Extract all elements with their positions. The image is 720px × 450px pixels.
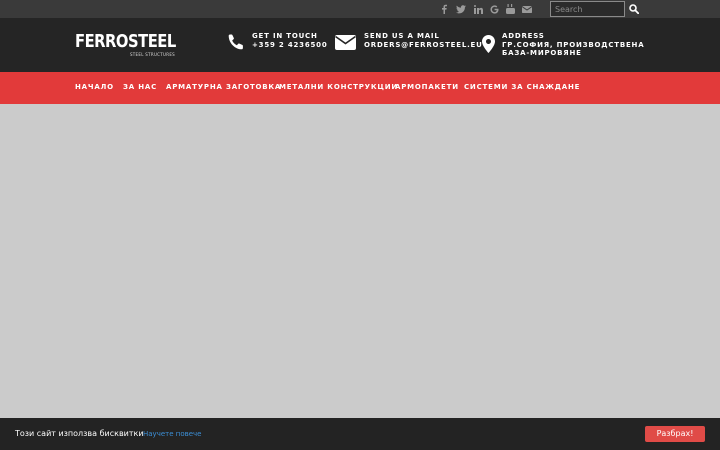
- contact-address-line2: БАЗА-МИРОВЯНЕ: [502, 49, 582, 57]
- cookie-learn-more-link[interactable]: Научете повече: [143, 430, 201, 438]
- cookie-text: Този сайт използва бисквитки: [15, 429, 144, 438]
- contact-phone-label: GET IN TOUCH: [252, 32, 318, 40]
- search-icon[interactable]: [627, 2, 640, 16]
- twitter-icon[interactable]: [453, 0, 469, 18]
- logo[interactable]: FERROSTEEL STEEL STRUCTURES: [75, 32, 177, 58]
- google-icon[interactable]: [486, 0, 502, 18]
- facebook-icon[interactable]: [436, 0, 452, 18]
- nav-item-home[interactable]: НАЧАЛО: [75, 72, 114, 104]
- cookie-bar: Този сайт използва бисквитки Научете пов…: [0, 418, 720, 450]
- logo-tagline: STEEL STRUCTURES: [129, 52, 175, 57]
- contact-mail-label: SEND US A MAIL: [364, 32, 440, 40]
- nav-item-rebar[interactable]: АРМАТУРНА ЗАГОТОВКА: [166, 72, 281, 104]
- envelope-icon[interactable]: [519, 0, 535, 18]
- search-input[interactable]: [550, 1, 625, 17]
- logo-name: FERROSTEEL: [75, 31, 176, 52]
- nav-item-about[interactable]: ЗА НАС: [123, 72, 157, 104]
- main-content: [0, 104, 720, 418]
- site-header: FERROSTEEL STEEL STRUCTURES GET IN TOUCH…: [0, 18, 720, 72]
- top-bar: [0, 0, 720, 18]
- contact-phone-value: +359 2 4236500: [252, 41, 328, 49]
- nav-item-rebar-packages[interactable]: АРМОПАКЕТИ: [395, 72, 459, 104]
- contact-mail-value[interactable]: ORDERS@FERROSTEEL.EU: [364, 41, 483, 50]
- nav-item-metal-structures[interactable]: МЕТАЛНИ КОНСТРУКЦИИ: [279, 72, 398, 104]
- linkedin-icon[interactable]: [470, 0, 486, 18]
- envelope-icon: [335, 35, 356, 54]
- contact-address-label: ADDRESS: [502, 32, 545, 40]
- map-marker-icon: [482, 35, 495, 57]
- phone-icon: [228, 34, 244, 54]
- nav-item-supply-systems[interactable]: СИСТЕМИ ЗА СНАЖДАНЕ: [464, 72, 580, 104]
- main-nav: НАЧАЛО ЗА НАС АРМАТУРНА ЗАГОТОВКА МЕТАЛН…: [0, 72, 720, 104]
- youtube-icon[interactable]: [502, 0, 518, 18]
- cookie-accept-button[interactable]: Разбрах!: [645, 426, 705, 442]
